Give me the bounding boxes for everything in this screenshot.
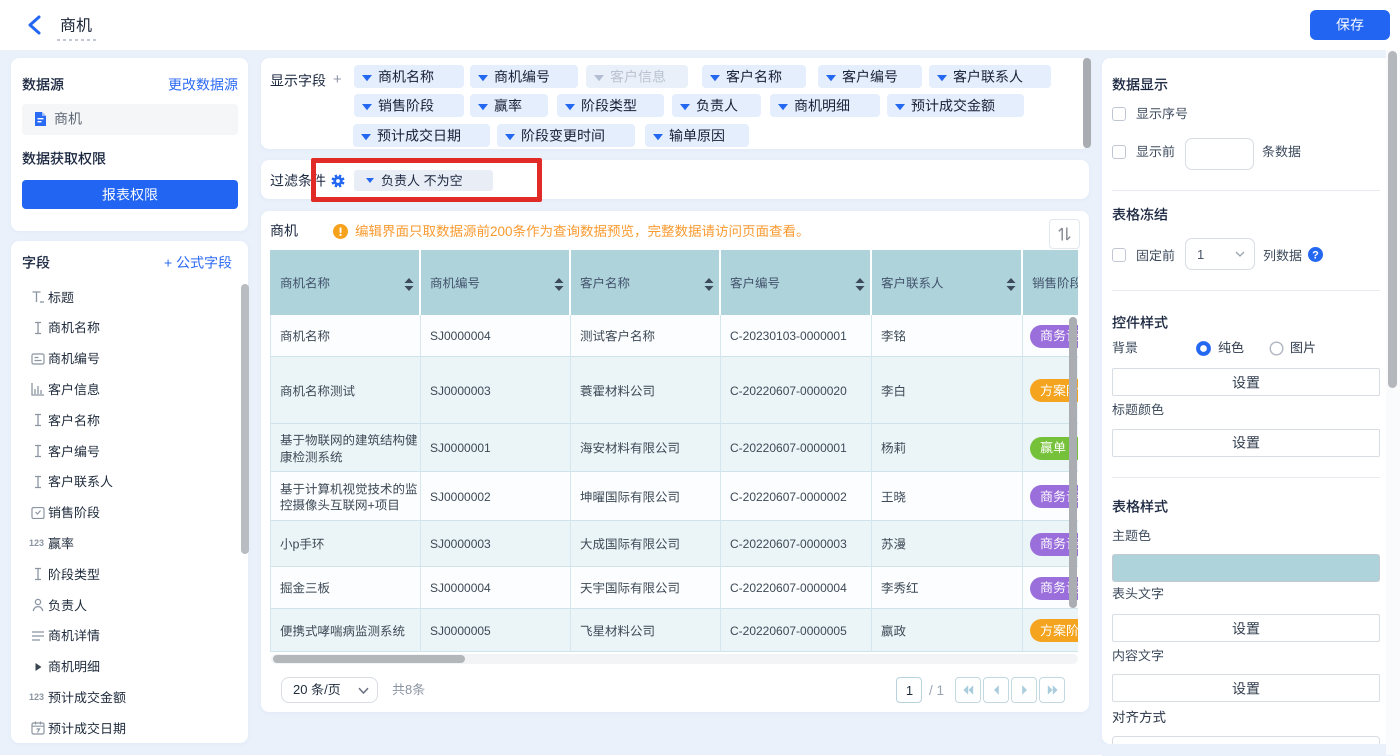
svg-text:/ 1: / 1 <box>929 683 944 698</box>
svg-text:200: 200 <box>490 224 513 239</box>
svg-text:20: 20 <box>293 682 307 697</box>
svg-text:/: / <box>324 682 328 697</box>
svg-text:+: + <box>368 499 375 513</box>
svg-text:+: + <box>164 255 172 271</box>
svg-text:p: p <box>293 538 300 552</box>
svg-text:?: ? <box>1312 249 1319 261</box>
svg-text:8: 8 <box>405 682 412 697</box>
